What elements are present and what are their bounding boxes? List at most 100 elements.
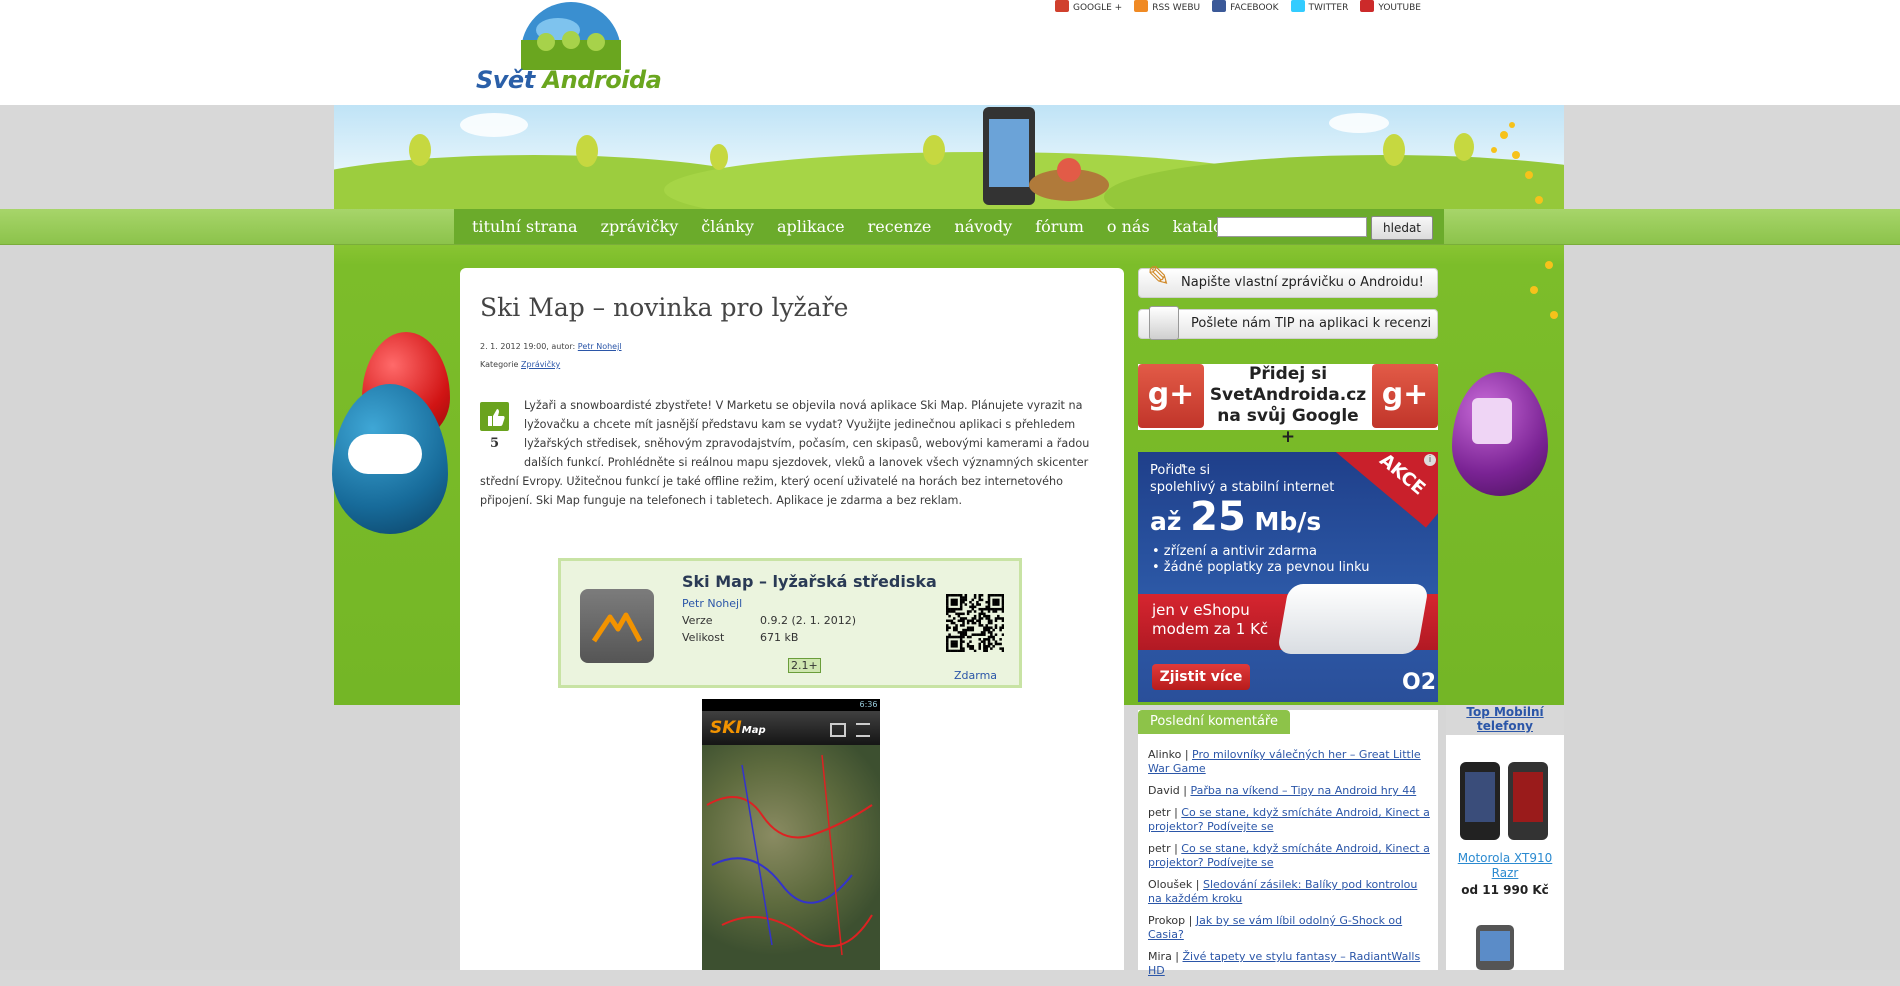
comment-article-link[interactable]: Co se stane, když smícháte Android, Kine… (1148, 842, 1430, 869)
qr-code-icon (946, 594, 1005, 653)
app-size-value: 671 kB (760, 631, 799, 644)
social-label: RSS WEBU (1152, 3, 1201, 13)
o2-advertisement[interactable]: AKCE i Pořiďte si spolehlivý a stabilní i… (1138, 452, 1438, 702)
comment-article-link[interactable]: Pařba na víkend – Tipy na Android hry 44 (1190, 784, 1416, 797)
social-label: FACEBOOK (1230, 3, 1279, 13)
comment-user: David (1148, 784, 1180, 797)
nav-item[interactable]: zprávičky (601, 217, 679, 236)
ski-map (702, 745, 880, 970)
gamepad-icon (348, 434, 422, 474)
article-meta: 2. 1. 2012 19:00, autor: Petr Nohejl (480, 342, 622, 351)
like-count: 5 (489, 436, 500, 451)
social-label: YOUTUBE (1378, 3, 1421, 13)
ad-offer: jen v eShopu modem za 1 Kč (1152, 601, 1269, 638)
comment-item: Oloušek | Sledování zásilek: Balíky pod … (1148, 878, 1418, 905)
comment-item: Alinko | Pro milovníky válečných her – G… (1148, 748, 1421, 775)
nav-item[interactable]: titulní strana (472, 217, 578, 236)
skimap-logo: SKIMap (710, 718, 766, 738)
status-bar: 6:36 (702, 699, 880, 711)
google-plus-icon: g+ (1138, 364, 1204, 428)
nav-item[interactable]: aplikace (777, 217, 845, 236)
article-category: Kategorie Zprávičky (480, 360, 561, 369)
like-button[interactable] (480, 402, 509, 431)
ad-headline: Pořiďte si spolehlivý a stabilní internet (1150, 463, 1335, 495)
rss-icon (1134, 0, 1149, 12)
app-size-label: Velikost (682, 631, 725, 644)
search-button[interactable]: hledat (1371, 216, 1433, 240)
facebook-icon (1212, 0, 1227, 12)
app-name[interactable]: Ski Map – lyžařská střediska (682, 572, 937, 591)
comment-item: petr | Co se stane, když smícháte Androi… (1148, 842, 1430, 869)
comment-user: Mira (1148, 950, 1172, 963)
o2-logo: O2 (1402, 670, 1437, 695)
youtube-icon (1360, 0, 1375, 12)
social-label: TWITTER (1308, 3, 1349, 13)
phone-image[interactable] (1470, 921, 1520, 970)
phone-price: od 11 990 Kč (1461, 883, 1549, 897)
logo-text: Svět Androida (476, 66, 662, 94)
comment-user: Alinko (1148, 748, 1182, 761)
author-link[interactable]: Petr Nohejl (578, 342, 622, 351)
social-label: GOOGLE + (1073, 3, 1123, 13)
social-link-youtube[interactable]: YOUTUBE (1360, 0, 1421, 13)
app-icon[interactable] (580, 589, 654, 663)
google-plus-text: Přidej si SvetAndroida.cz na svůj Google… (1209, 364, 1367, 447)
comment-article-link[interactable]: Co se stane, když smícháte Android, Kine… (1148, 806, 1430, 833)
write-news-button[interactable]: ✎ Napište vlastní zprávičku o Androidu! (1138, 263, 1438, 298)
nav-item[interactable]: články (701, 217, 754, 236)
comment-item: petr | Co se stane, když smícháte Androi… (1148, 806, 1430, 833)
search-input[interactable] (1217, 217, 1367, 237)
layers-icon (830, 723, 846, 737)
app-toolbar: SKIMap (702, 711, 880, 745)
comment-item: Mira | Živé tapety ve stylu fantasy – Ra… (1148, 950, 1421, 977)
ad-speed: až 25 Mb/s (1150, 494, 1322, 540)
ad-cta-button[interactable]: Zjistit více (1152, 664, 1250, 690)
google-plus-promo[interactable]: g+ Přidej si SvetAndroida.cz na svůj Goo… (1138, 364, 1438, 447)
category-link[interactable]: Zprávičky (521, 360, 560, 369)
social-links: GOOGLE + RSS WEBU FACEBOOK TWITTER YOUTUBE (1055, 0, 1433, 14)
article-title: Ski Map – novinka pro lyžaře (480, 293, 849, 322)
social-link-rss-webu[interactable]: RSS WEBU (1134, 0, 1200, 13)
comment-item: David | Pařba na víkend – Tipy na Androi… (1148, 784, 1417, 797)
app-price-link[interactable]: Zdarma (954, 669, 997, 682)
twitter-icon (1290, 0, 1305, 12)
pencil-icon: ✎ (1147, 260, 1171, 293)
ad-info-icon[interactable]: i (1424, 454, 1436, 466)
app-author-link[interactable]: Petr Nohejl (682, 597, 742, 610)
comment-user: Prokop (1148, 914, 1186, 927)
site-logo[interactable]: Svět Androida (476, 0, 676, 100)
article-body: Lyžaři a snowboardisté zbystřete! V Mark… (480, 399, 1090, 507)
phone-image[interactable] (1458, 760, 1550, 842)
mountain-icon (591, 612, 643, 643)
shopping-bag-icon (1149, 306, 1179, 340)
comment-user: petr (1148, 806, 1171, 819)
social-link-twitter[interactable]: TWITTER (1290, 0, 1349, 13)
comments-tab: Poslední komentáře (1138, 710, 1290, 734)
comment-user: Oloušek (1148, 878, 1193, 891)
send-tip-button[interactable]: Pošlete nám TIP na aplikaci k recenzi (1138, 306, 1438, 340)
nav-item[interactable]: recenze (868, 217, 932, 236)
top-phones-title[interactable]: Top Mobilní telefony (1446, 705, 1564, 735)
google-plus-icon (1055, 0, 1069, 12)
ad-bullets: • zřízení a antivir zdarma • žádné poplat… (1152, 544, 1370, 575)
android-version-badge: 2.1+ (788, 658, 821, 673)
social-link-facebook[interactable]: FACEBOOK (1212, 0, 1279, 13)
gameboy-icon (1472, 398, 1512, 444)
app-version-value: 0.9.2 (2. 1. 2012) (760, 614, 857, 627)
social-link-google[interactable]: GOOGLE + (1055, 0, 1122, 13)
google-plus-icon: g+ (1372, 364, 1438, 428)
app-screenshot[interactable]: 6:36 SKIMap (702, 699, 880, 970)
nav-item[interactable]: návody (954, 217, 1012, 236)
top-bar (0, 0, 1900, 105)
menu-icon (856, 723, 870, 737)
thumbs-up-icon (488, 409, 505, 426)
app-version-label: Verze (682, 614, 713, 627)
router-icon (1276, 584, 1430, 654)
comment-item: Prokop | Jak by se vám líbil odolný G-Sh… (1148, 914, 1403, 941)
comment-article-link[interactable]: Živé tapety ve stylu fantasy – RadiantWa… (1148, 950, 1420, 977)
comments-list: Alinko | Pro milovníky válečných her – G… (1148, 748, 1430, 986)
phone-name-link[interactable]: Motorola XT910 Razr (1446, 851, 1564, 881)
comment-user: petr (1148, 842, 1171, 855)
nav-item[interactable]: fórum (1035, 217, 1084, 236)
nav-item[interactable]: o nás (1107, 217, 1150, 236)
